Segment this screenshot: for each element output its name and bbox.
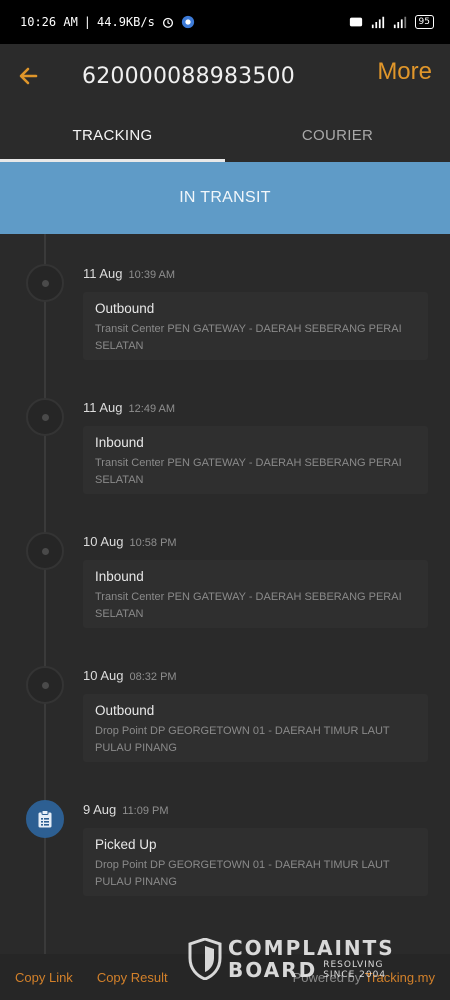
signal-icon: [371, 16, 384, 29]
timeline-event: 11 Aug 12:49 AM Inbound Transit Center P…: [0, 368, 450, 502]
event-time: 11:09 PM: [122, 805, 169, 817]
event-detail: Drop Point DP GEORGETOWN 01 - DAERAH TIM…: [95, 859, 390, 888]
event-detail: Transit Center PEN GATEWAY - DAERAH SEBE…: [95, 323, 402, 352]
event-time: 12:49 AM: [128, 403, 176, 415]
timeline-event: 9 Aug 11:09 PM Picked Up Drop Point DP G…: [0, 770, 450, 904]
brand-link[interactable]: Tracking.my: [365, 970, 435, 985]
powered-by: Powered by Tracking.my: [293, 970, 435, 985]
status-bar: 10:26 AM | 44.9KB/s 95: [0, 0, 450, 44]
alarm-icon: [162, 17, 173, 28]
event-status: Outbound: [95, 301, 155, 316]
event-card: Outbound Drop Point DP GEORGETOWN 01 - D…: [83, 694, 428, 762]
timeline-event: 10 Aug 08:32 PM Outbound Drop Point DP G…: [0, 636, 450, 770]
event-date: 11 Aug: [83, 400, 123, 415]
dot-icon: [41, 681, 49, 689]
event-card: Inbound Transit Center PEN GATEWAY - DAE…: [83, 426, 428, 494]
timeline-node: [26, 532, 64, 570]
tab-courier[interactable]: COURIER: [225, 108, 450, 162]
dot-icon: [41, 279, 49, 287]
app-bar: 620000088983500 More: [0, 44, 450, 108]
clock: 10:26 AM: [20, 15, 78, 29]
event-detail: Transit Center PEN GATEWAY - DAERAH SEBE…: [95, 457, 402, 486]
timeline-node: [26, 398, 64, 436]
dot-icon: [41, 547, 49, 555]
signal-2-icon: [393, 16, 406, 29]
event-card: Inbound Transit Center PEN GATEWAY - DAE…: [83, 560, 428, 628]
event-card: Outbound Transit Center PEN GATEWAY - DA…: [83, 292, 428, 360]
arrow-back-icon: [19, 67, 38, 85]
timeline-node-active: [26, 800, 64, 838]
event-card: Picked Up Drop Point DP GEORGETOWN 01 - …: [83, 828, 428, 896]
copy-result-button[interactable]: Copy Result: [97, 970, 168, 985]
event-time: 08:32 PM: [129, 671, 177, 683]
status-banner: IN TRANSIT: [0, 162, 450, 234]
event-time: 10:58 PM: [129, 537, 177, 549]
dot-icon: [41, 413, 49, 421]
timeline-node: [26, 666, 64, 704]
event-status: Inbound: [95, 569, 144, 584]
timeline-node: [26, 264, 64, 302]
event-date: 11 Aug: [83, 266, 123, 281]
event-date: 10 Aug: [83, 534, 124, 549]
battery-indicator: 95: [414, 15, 434, 29]
timeline-event: 10 Aug 10:58 PM Inbound Transit Center P…: [0, 502, 450, 636]
event-status: Picked Up: [95, 837, 157, 852]
event-date: 9 Aug: [83, 802, 117, 817]
powered-by-label: Powered by: [292, 969, 362, 985]
event-detail: Transit Center PEN GATEWAY - DAERAH SEBE…: [95, 591, 402, 620]
event-time: 10:39 AM: [128, 269, 176, 281]
event-detail: Drop Point DP GEORGETOWN 01 - DAERAH TIM…: [95, 725, 390, 754]
event-status: Outbound: [95, 703, 155, 718]
clipboard-icon: [38, 810, 52, 828]
more-button[interactable]: More: [377, 58, 432, 86]
tracking-number-title: 620000088983500: [82, 63, 295, 89]
footer: Copy Link Copy Result Powered by Trackin…: [0, 954, 450, 1000]
copy-link-button[interactable]: Copy Link: [15, 970, 73, 985]
back-button[interactable]: [0, 44, 56, 108]
volte-icon: [349, 17, 362, 27]
event-date: 10 Aug: [83, 668, 124, 683]
app-notification-icon: [181, 15, 194, 29]
timeline-event: 11 Aug 10:39 AM Outbound Transit Center …: [0, 234, 450, 368]
tab-tracking[interactable]: TRACKING: [0, 108, 225, 162]
tab-bar: TRACKING COURIER: [0, 108, 450, 162]
tracking-timeline: 11 Aug 10:39 AM Outbound Transit Center …: [0, 234, 450, 954]
event-status: Inbound: [95, 435, 144, 450]
network-speed: 44.9KB/s: [97, 15, 155, 29]
